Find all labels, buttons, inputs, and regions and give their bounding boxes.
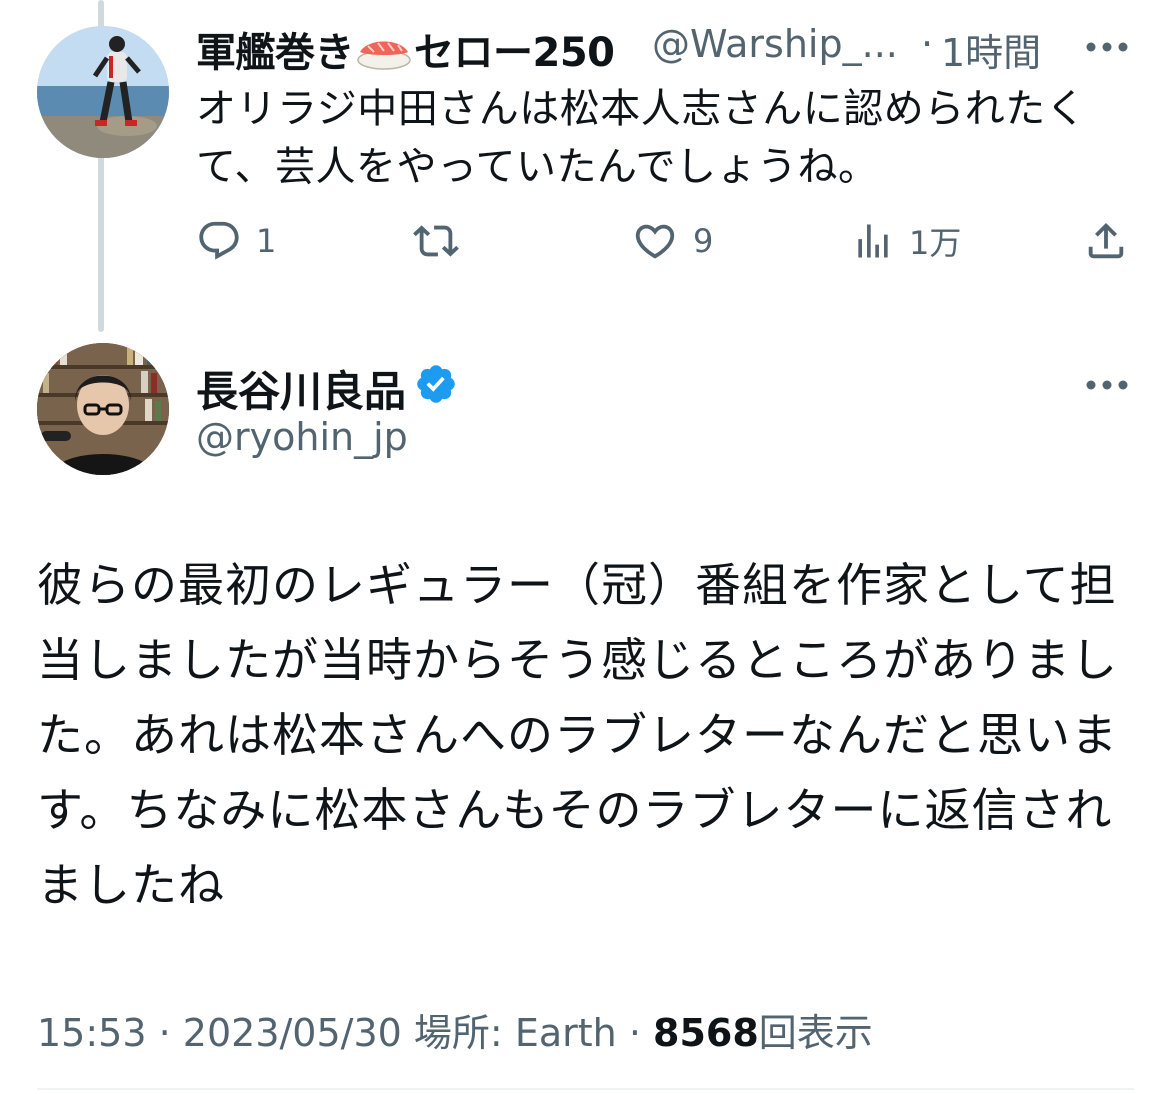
location-label: 場所: [413, 1011, 503, 1055]
like-button[interactable]: 9 [631, 218, 713, 264]
analytics-icon [858, 224, 888, 258]
reply-author-name-prefix: 軍艦巻き [196, 30, 355, 76]
reply-author-avatar[interactable] [37, 26, 169, 158]
views-count: 1万 [909, 224, 962, 262]
main-author-avatar[interactable] [37, 343, 169, 475]
reply-button[interactable]: 1 [196, 218, 276, 264]
tweet-date[interactable]: 2023/05/30 [183, 1011, 402, 1055]
location-value: Earth [514, 1011, 617, 1055]
retweet-button[interactable] [411, 218, 475, 264]
main-more-icon[interactable] [1085, 376, 1129, 390]
reply-more-icon[interactable] [1085, 38, 1129, 52]
meta-separator: · [628, 1011, 641, 1055]
sushi-icon [356, 34, 412, 70]
views-total[interactable]: 8568 [653, 1011, 759, 1055]
views-label: 回表示 [758, 1011, 873, 1055]
meta-separator: · [158, 1011, 171, 1055]
tweet-time[interactable]: 15:53 [37, 1011, 147, 1055]
reply-author-handle[interactable]: @Warship_... [652, 22, 898, 66]
reply-tweet-text: オリラジ中田さんは松本人志さんに認められたくて、芸人をやっていたんでしょうね。 [196, 86, 1087, 190]
tweet-metadata: 15:53 · 2023/05/30 場所: Earth · 8568回表示 [37, 1002, 873, 1057]
like-count: 9 [693, 222, 714, 260]
retweet-icon [413, 225, 459, 257]
reply-author-name[interactable]: 軍艦巻き セロー250 [196, 20, 615, 78]
reply-count: 1 [256, 222, 277, 260]
verified-badge-icon[interactable] [414, 362, 458, 406]
comment-icon [199, 221, 239, 260]
reply-header-separator: · [921, 22, 934, 66]
main-tweet-text: 彼らの最初のレギュラー（冠）番組を作家として担当しましたが当時からそう感じるとこ… [37, 558, 1118, 912]
main-author-name[interactable]: 長谷川良品 [196, 358, 406, 419]
share-icon [1088, 222, 1124, 259]
reply-author-name-suffix: セロー250 [414, 30, 615, 76]
reply-timestamp[interactable]: 1時間 [941, 22, 1041, 77]
views-button[interactable]: 1万 [851, 218, 961, 264]
divider [37, 1088, 1134, 1090]
heart-icon [635, 224, 675, 259]
share-button[interactable] [1083, 218, 1129, 264]
main-author-handle[interactable]: @ryohin_jp [196, 415, 408, 459]
